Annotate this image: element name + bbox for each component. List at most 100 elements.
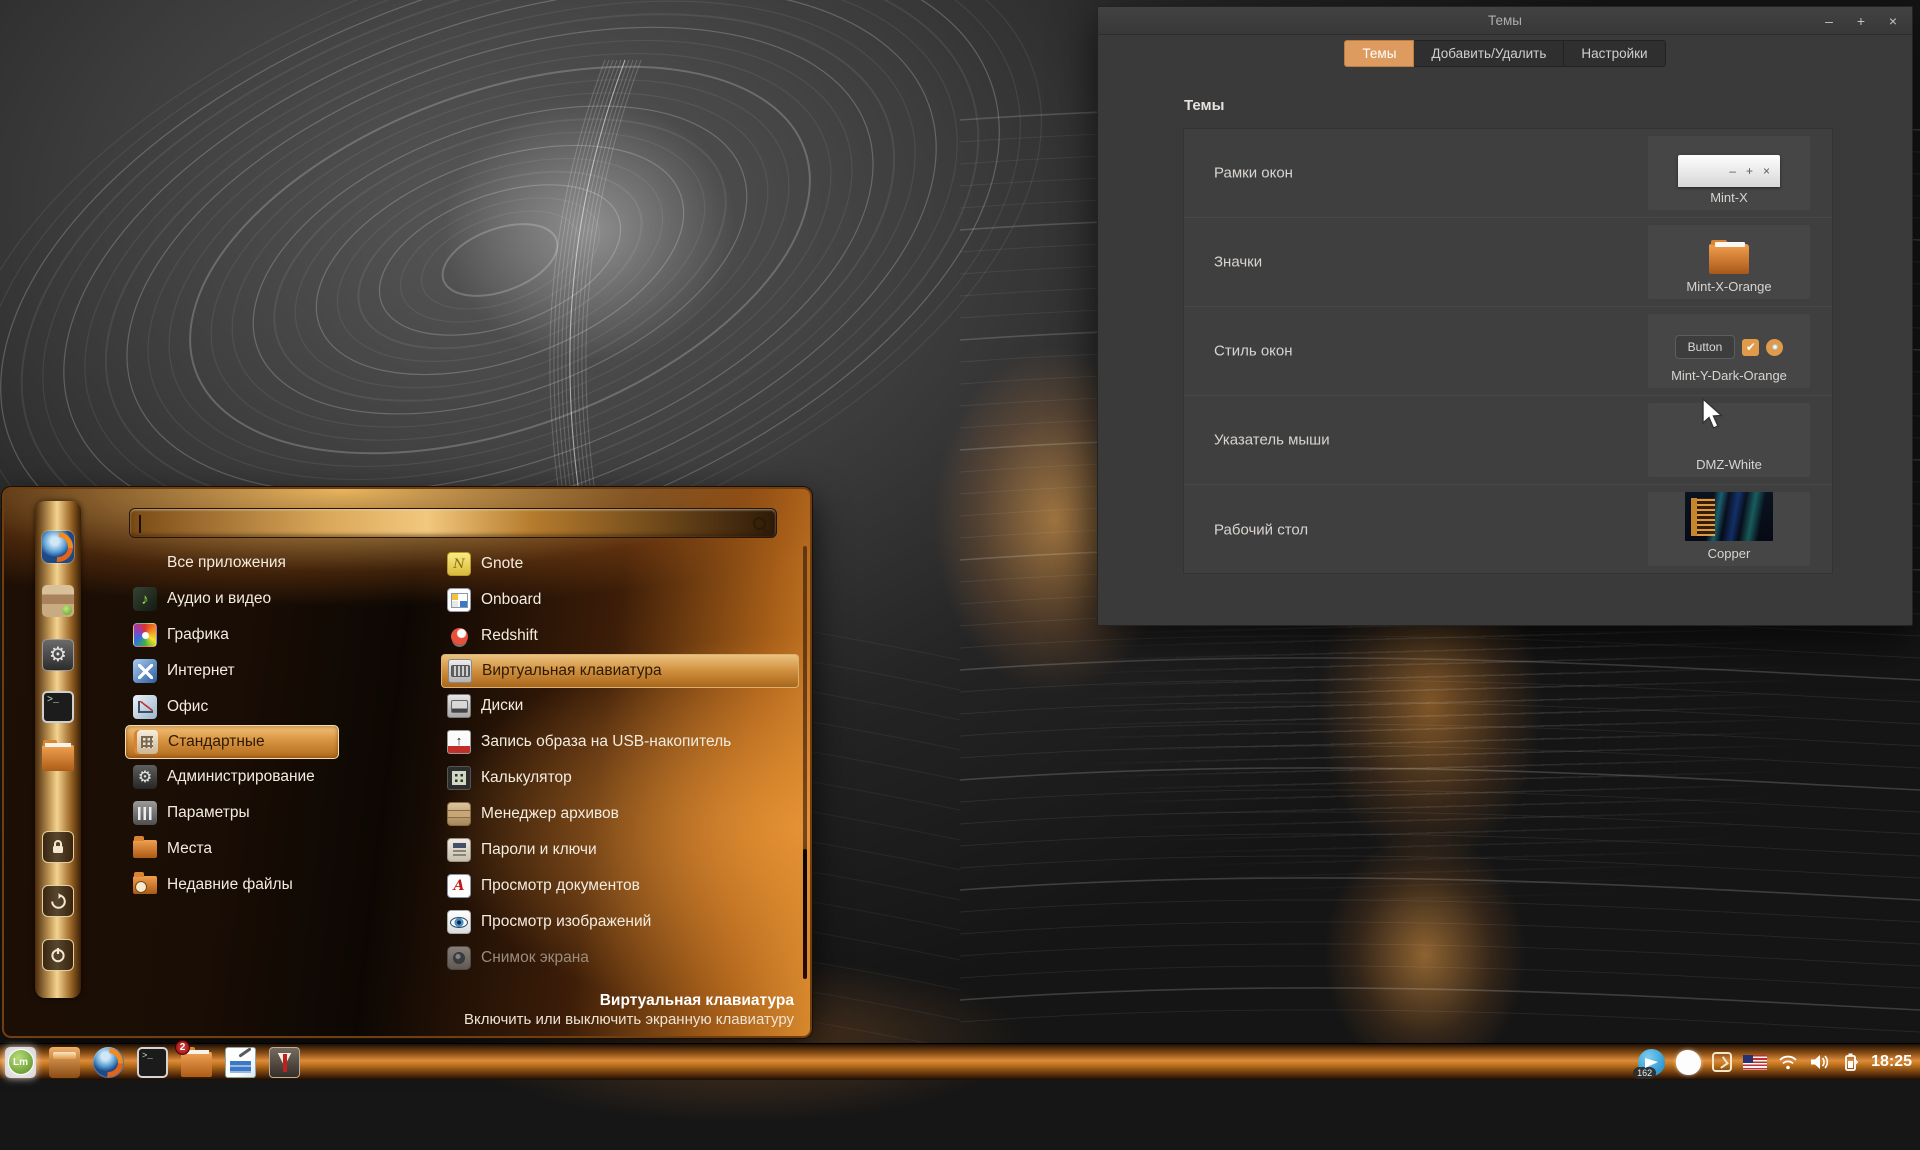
row-label: Рабочий стол <box>1214 521 1308 538</box>
power-icon <box>50 947 66 963</box>
redshift-icon <box>447 624 471 648</box>
category-administration[interactable]: Администрирование <box>125 759 339 795</box>
app-usb-image-writer[interactable]: Запись образа на USB-накопитель <box>441 724 799 760</box>
battery-icon[interactable] <box>1842 1052 1858 1072</box>
clock: 18:25 <box>1871 1053 1912 1071</box>
notification-blob-icon[interactable] <box>1676 1050 1701 1075</box>
app-label: Диски <box>481 697 523 715</box>
screenshot-icon <box>447 946 471 970</box>
category-audio-video[interactable]: Аудио и видео <box>125 581 339 617</box>
category-recent-files[interactable]: Недавние файлы <box>125 867 339 903</box>
telegram-tray-icon[interactable]: 162 <box>1638 1049 1665 1076</box>
category-accessories[interactable]: Стандартные <box>125 725 339 759</box>
minimize-button[interactable]: – <box>1820 7 1838 35</box>
theme-name: Mint-X <box>1710 190 1748 205</box>
row-controls: Стиль окон Button ✔ Mint-Y-Dark-Orange <box>1184 307 1832 396</box>
category-internet[interactable]: Интернет <box>125 653 339 689</box>
mouse-cursor <box>1700 398 1726 432</box>
libreoffice-writer-icon[interactable] <box>225 1047 256 1078</box>
window-borders-picker[interactable]: –+× Mint-X <box>1648 136 1810 210</box>
terminal-launcher-icon[interactable] <box>137 1047 168 1078</box>
files-icon[interactable] <box>42 745 74 771</box>
shutdown-button[interactable] <box>42 939 74 971</box>
firefox-icon[interactable] <box>42 531 74 563</box>
themes-window: Темы – + × Темы Добавить/Удалить Настрой… <box>1097 6 1913 626</box>
window-titlebar[interactable]: Темы – + × <box>1098 7 1912 35</box>
menu-footer: Виртуальная клавиатура Включить или выкл… <box>464 992 794 1028</box>
onboard-icon <box>447 588 471 612</box>
preview-maximize-glyph: + <box>1746 164 1753 178</box>
app-document-viewer[interactable]: Просмотр документов <box>441 868 799 904</box>
category-label: Аудио и видео <box>167 590 271 608</box>
selected-app-title: Виртуальная клавиатура <box>464 992 794 1010</box>
row-label: Стиль окон <box>1214 343 1293 360</box>
pointer-picker[interactable]: DMZ-White <box>1648 403 1810 477</box>
folder-icon <box>1709 244 1749 274</box>
tab-add-remove[interactable]: Добавить/Удалить <box>1414 40 1564 67</box>
row-icons: Значки Mint-X-Orange <box>1184 218 1832 307</box>
input-device-icon[interactable] <box>1712 1052 1732 1072</box>
maximize-button[interactable]: + <box>1852 7 1870 35</box>
graphics-icon <box>133 623 157 647</box>
close-button[interactable]: × <box>1884 7 1902 35</box>
menu-apps: Gnote Onboard Redshift Виртуальная клави… <box>441 546 799 976</box>
disks-icon <box>447 694 471 718</box>
app-onboard[interactable]: Onboard <box>441 582 799 618</box>
category-label: Офис <box>167 698 208 716</box>
category-label: Параметры <box>167 804 250 822</box>
show-desktop-button[interactable] <box>49 1047 80 1078</box>
taskbar-panel: 2 162 <box>0 1043 1920 1080</box>
gnote-icon <box>447 552 471 576</box>
app-label: Просмотр документов <box>481 877 640 895</box>
terminal-icon[interactable] <box>42 691 74 723</box>
category-all-applications[interactable]: Все приложения <box>125 545 339 581</box>
category-preferences[interactable]: Параметры <box>125 795 339 831</box>
section-title: Темы <box>1184 97 1224 114</box>
logout-button[interactable] <box>42 885 74 917</box>
firefox-launcher-icon[interactable] <box>93 1047 124 1078</box>
calculator-icon <box>447 766 471 790</box>
controls-picker[interactable]: Button ✔ Mint-Y-Dark-Orange <box>1648 314 1810 388</box>
app-virtual-keyboard[interactable]: Виртуальная клавиатура <box>441 654 799 688</box>
app-screenshot[interactable]: Снимок экрана <box>441 940 799 976</box>
app-disks[interactable]: Диски <box>441 688 799 724</box>
app-gnote[interactable]: Gnote <box>441 546 799 582</box>
recent-files-icon <box>133 876 157 894</box>
icons-picker[interactable]: Mint-X-Orange <box>1648 225 1810 299</box>
apps-scrollbar-thumb[interactable] <box>803 849 807 979</box>
office-icon <box>133 695 157 719</box>
controls-preview: Button ✔ <box>1675 335 1784 359</box>
app-image-viewer[interactable]: Просмотр изображений <box>441 904 799 940</box>
virtual-keyboard-icon <box>448 659 472 683</box>
row-window-borders: Рамки окон –+× Mint-X <box>1184 129 1832 218</box>
tab-themes[interactable]: Темы <box>1344 40 1414 67</box>
app-redshift[interactable]: Redshift <box>441 618 799 654</box>
app-calculator[interactable]: Калькулятор <box>441 760 799 796</box>
lock-screen-button[interactable] <box>42 831 74 863</box>
category-label: Администрирование <box>167 768 315 786</box>
tab-settings[interactable]: Настройки <box>1564 40 1665 67</box>
menu-button[interactable] <box>5 1047 36 1078</box>
app-archive-manager[interactable]: Менеджер архивов <box>441 796 799 832</box>
software-manager-icon[interactable] <box>42 585 74 617</box>
apps-scrollbar[interactable] <box>803 546 807 978</box>
app-label: Onboard <box>481 591 541 609</box>
background-picker[interactable]: Copper <box>1648 492 1810 566</box>
theme-settings-list: Рамки окон –+× Mint-X Значки Mint-X-Oran… <box>1183 128 1833 574</box>
files-launcher-icon[interactable]: 2 <box>181 1052 212 1077</box>
category-office[interactable]: Офис <box>125 689 339 725</box>
keyboard-layout-us-flag[interactable] <box>1743 1055 1767 1070</box>
volume-icon[interactable] <box>1809 1053 1831 1071</box>
files-badge: 2 <box>175 1040 190 1055</box>
menu-search-input[interactable] <box>129 508 777 538</box>
app-label: Пароли и ключи <box>481 841 597 859</box>
app-label: Менеджер архивов <box>481 805 619 823</box>
category-places[interactable]: Места <box>125 831 339 867</box>
category-graphics[interactable]: Графика <box>125 617 339 653</box>
system-settings-icon[interactable] <box>42 639 74 671</box>
network-icon[interactable] <box>1778 1054 1798 1070</box>
suit-app-icon[interactable] <box>269 1047 300 1078</box>
theme-name: Mint-X-Orange <box>1686 279 1771 294</box>
app-passwords-keys[interactable]: Пароли и ключи <box>441 832 799 868</box>
administration-icon <box>133 765 157 789</box>
